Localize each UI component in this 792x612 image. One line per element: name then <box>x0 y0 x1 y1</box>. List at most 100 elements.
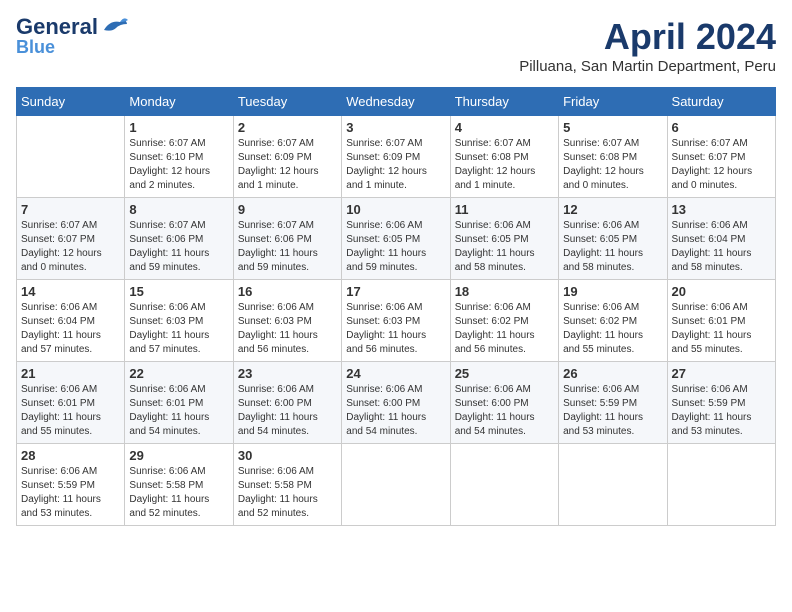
day-info: Sunrise: 6:06 AM Sunset: 6:05 PM Dayligh… <box>563 219 662 275</box>
calendar-cell <box>559 444 667 526</box>
header-thursday: Thursday <box>450 88 558 116</box>
day-number: 25 <box>455 366 554 381</box>
calendar-cell: 10 Sunrise: 6:06 AM Sunset: 6:05 PM Dayli… <box>342 198 450 280</box>
day-info: Sunrise: 6:06 AM Sunset: 5:58 PM Dayligh… <box>129 465 228 521</box>
calendar-cell: 30 Sunrise: 6:06 AM Sunset: 5:58 PM Dayli… <box>233 444 341 526</box>
day-number: 13 <box>672 202 771 217</box>
day-number: 4 <box>455 120 554 135</box>
header-wednesday: Wednesday <box>342 88 450 116</box>
day-number: 20 <box>672 284 771 299</box>
day-info: Sunrise: 6:06 AM Sunset: 5:59 PM Dayligh… <box>21 465 120 521</box>
calendar-cell: 7 Sunrise: 6:07 AM Sunset: 6:07 PM Daylig… <box>17 198 125 280</box>
calendar-cell: 20Sunrise: 6:06 AM Sunset: 6:01 PM Dayli… <box>667 280 775 362</box>
day-info: Sunrise: 6:06 AM Sunset: 5:58 PM Dayligh… <box>238 465 337 521</box>
day-info: Sunrise: 6:07 AM Sunset: 6:07 PM Dayligh… <box>21 219 120 275</box>
calendar-cell: 27 Sunrise: 6:06 AM Sunset: 5:59 PM Dayli… <box>667 362 775 444</box>
calendar-cell: 24 Sunrise: 6:06 AM Sunset: 6:00 PM Dayli… <box>342 362 450 444</box>
day-info: Sunrise: 6:07 AM Sunset: 6:08 PM Dayligh… <box>563 137 662 193</box>
calendar-week-row: 1Sunrise: 6:07 AM Sunset: 6:10 PM Daylig… <box>17 116 776 198</box>
day-info: Sunrise: 6:06 AM Sunset: 6:03 PM Dayligh… <box>238 301 337 357</box>
day-info: Sunrise: 6:06 AM Sunset: 6:01 PM Dayligh… <box>21 383 120 439</box>
calendar-cell <box>342 444 450 526</box>
calendar-cell: 17 Sunrise: 6:06 AM Sunset: 6:03 PM Dayli… <box>342 280 450 362</box>
calendar-week-row: 21 Sunrise: 6:06 AM Sunset: 6:01 PM Dayli… <box>17 362 776 444</box>
day-number: 16 <box>238 284 337 299</box>
day-info: Sunrise: 6:06 AM Sunset: 6:05 PM Dayligh… <box>346 219 445 275</box>
day-info: Sunrise: 6:06 AM Sunset: 6:00 PM Dayligh… <box>455 383 554 439</box>
header-friday: Friday <box>559 88 667 116</box>
logo-text: General <box>16 16 98 38</box>
logo-bird-icon <box>100 16 128 38</box>
calendar-cell: 22 Sunrise: 6:06 AM Sunset: 6:01 PM Dayli… <box>125 362 233 444</box>
day-info: Sunrise: 6:06 AM Sunset: 6:05 PM Dayligh… <box>455 219 554 275</box>
day-number: 9 <box>238 202 337 217</box>
day-number: 24 <box>346 366 445 381</box>
day-info: Sunrise: 6:07 AM Sunset: 6:07 PM Dayligh… <box>672 137 771 193</box>
day-number: 19 <box>563 284 662 299</box>
day-number: 14 <box>21 284 120 299</box>
day-info: Sunrise: 6:06 AM Sunset: 6:03 PM Dayligh… <box>129 301 228 357</box>
day-number: 26 <box>563 366 662 381</box>
day-info: Sunrise: 6:06 AM Sunset: 5:59 PM Dayligh… <box>563 383 662 439</box>
day-info: Sunrise: 6:06 AM Sunset: 6:02 PM Dayligh… <box>563 301 662 357</box>
day-info: Sunrise: 6:06 AM Sunset: 6:01 PM Dayligh… <box>129 383 228 439</box>
calendar-cell: 12 Sunrise: 6:06 AM Sunset: 6:05 PM Dayli… <box>559 198 667 280</box>
header-monday: Monday <box>125 88 233 116</box>
day-number: 23 <box>238 366 337 381</box>
day-number: 21 <box>21 366 120 381</box>
day-number: 6 <box>672 120 771 135</box>
day-number: 12 <box>563 202 662 217</box>
day-info: Sunrise: 6:06 AM Sunset: 6:04 PM Dayligh… <box>21 301 120 357</box>
header: General Blue April 2024 Pilluana, San Ma… <box>16 16 776 75</box>
calendar-cell: 19 Sunrise: 6:06 AM Sunset: 6:02 PM Dayli… <box>559 280 667 362</box>
calendar-cell: 11 Sunrise: 6:06 AM Sunset: 6:05 PM Dayli… <box>450 198 558 280</box>
logo: General Blue <box>16 16 128 58</box>
calendar-cell: 23 Sunrise: 6:06 AM Sunset: 6:00 PM Dayli… <box>233 362 341 444</box>
calendar-week-row: 28 Sunrise: 6:06 AM Sunset: 5:59 PM Dayli… <box>17 444 776 526</box>
calendar-table: SundayMondayTuesdayWednesdayThursdayFrid… <box>16 87 776 526</box>
day-number: 10 <box>346 202 445 217</box>
calendar-cell: 6 Sunrise: 6:07 AM Sunset: 6:07 PM Daylig… <box>667 116 775 198</box>
calendar-week-row: 14 Sunrise: 6:06 AM Sunset: 6:04 PM Dayli… <box>17 280 776 362</box>
header-tuesday: Tuesday <box>233 88 341 116</box>
calendar-header-row: SundayMondayTuesdayWednesdayThursdayFrid… <box>17 88 776 116</box>
day-info: Sunrise: 6:07 AM Sunset: 6:09 PM Dayligh… <box>346 137 445 193</box>
day-number: 28 <box>21 448 120 463</box>
day-number: 27 <box>672 366 771 381</box>
day-number: 30 <box>238 448 337 463</box>
day-info: Sunrise: 6:07 AM Sunset: 6:08 PM Dayligh… <box>455 137 554 193</box>
logo-blue-text: Blue <box>16 37 55 57</box>
month-title: April 2024 <box>519 16 776 58</box>
calendar-cell: 18Sunrise: 6:06 AM Sunset: 6:02 PM Dayli… <box>450 280 558 362</box>
calendar-cell: 25 Sunrise: 6:06 AM Sunset: 6:00 PM Dayli… <box>450 362 558 444</box>
day-number: 8 <box>129 202 228 217</box>
day-number: 7 <box>21 202 120 217</box>
day-number: 5 <box>563 120 662 135</box>
day-number: 22 <box>129 366 228 381</box>
calendar-cell <box>450 444 558 526</box>
header-saturday: Saturday <box>667 88 775 116</box>
calendar-cell: 28 Sunrise: 6:06 AM Sunset: 5:59 PM Dayli… <box>17 444 125 526</box>
header-sunday: Sunday <box>17 88 125 116</box>
calendar-cell: 8 Sunrise: 6:07 AM Sunset: 6:06 PM Daylig… <box>125 198 233 280</box>
day-number: 11 <box>455 202 554 217</box>
day-number: 2 <box>238 120 337 135</box>
calendar-cell: 4 Sunrise: 6:07 AM Sunset: 6:08 PM Daylig… <box>450 116 558 198</box>
day-info: Sunrise: 6:07 AM Sunset: 6:06 PM Dayligh… <box>129 219 228 275</box>
calendar-cell: 3Sunrise: 6:07 AM Sunset: 6:09 PM Daylig… <box>342 116 450 198</box>
day-number: 18 <box>455 284 554 299</box>
calendar-cell: 2Sunrise: 6:07 AM Sunset: 6:09 PM Daylig… <box>233 116 341 198</box>
calendar-cell: 14 Sunrise: 6:06 AM Sunset: 6:04 PM Dayli… <box>17 280 125 362</box>
day-info: Sunrise: 6:07 AM Sunset: 6:06 PM Dayligh… <box>238 219 337 275</box>
calendar-cell: 1Sunrise: 6:07 AM Sunset: 6:10 PM Daylig… <box>125 116 233 198</box>
calendar-cell: 15Sunrise: 6:06 AM Sunset: 6:03 PM Dayli… <box>125 280 233 362</box>
day-info: Sunrise: 6:06 AM Sunset: 6:00 PM Dayligh… <box>238 383 337 439</box>
day-info: Sunrise: 6:06 AM Sunset: 6:04 PM Dayligh… <box>672 219 771 275</box>
day-info: Sunrise: 6:06 AM Sunset: 6:00 PM Dayligh… <box>346 383 445 439</box>
calendar-cell: 21 Sunrise: 6:06 AM Sunset: 6:01 PM Dayli… <box>17 362 125 444</box>
day-info: Sunrise: 6:06 AM Sunset: 6:03 PM Dayligh… <box>346 301 445 357</box>
location-title: Pilluana, San Martin Department, Peru <box>519 58 776 75</box>
day-number: 17 <box>346 284 445 299</box>
calendar-cell <box>667 444 775 526</box>
day-info: Sunrise: 6:06 AM Sunset: 5:59 PM Dayligh… <box>672 383 771 439</box>
